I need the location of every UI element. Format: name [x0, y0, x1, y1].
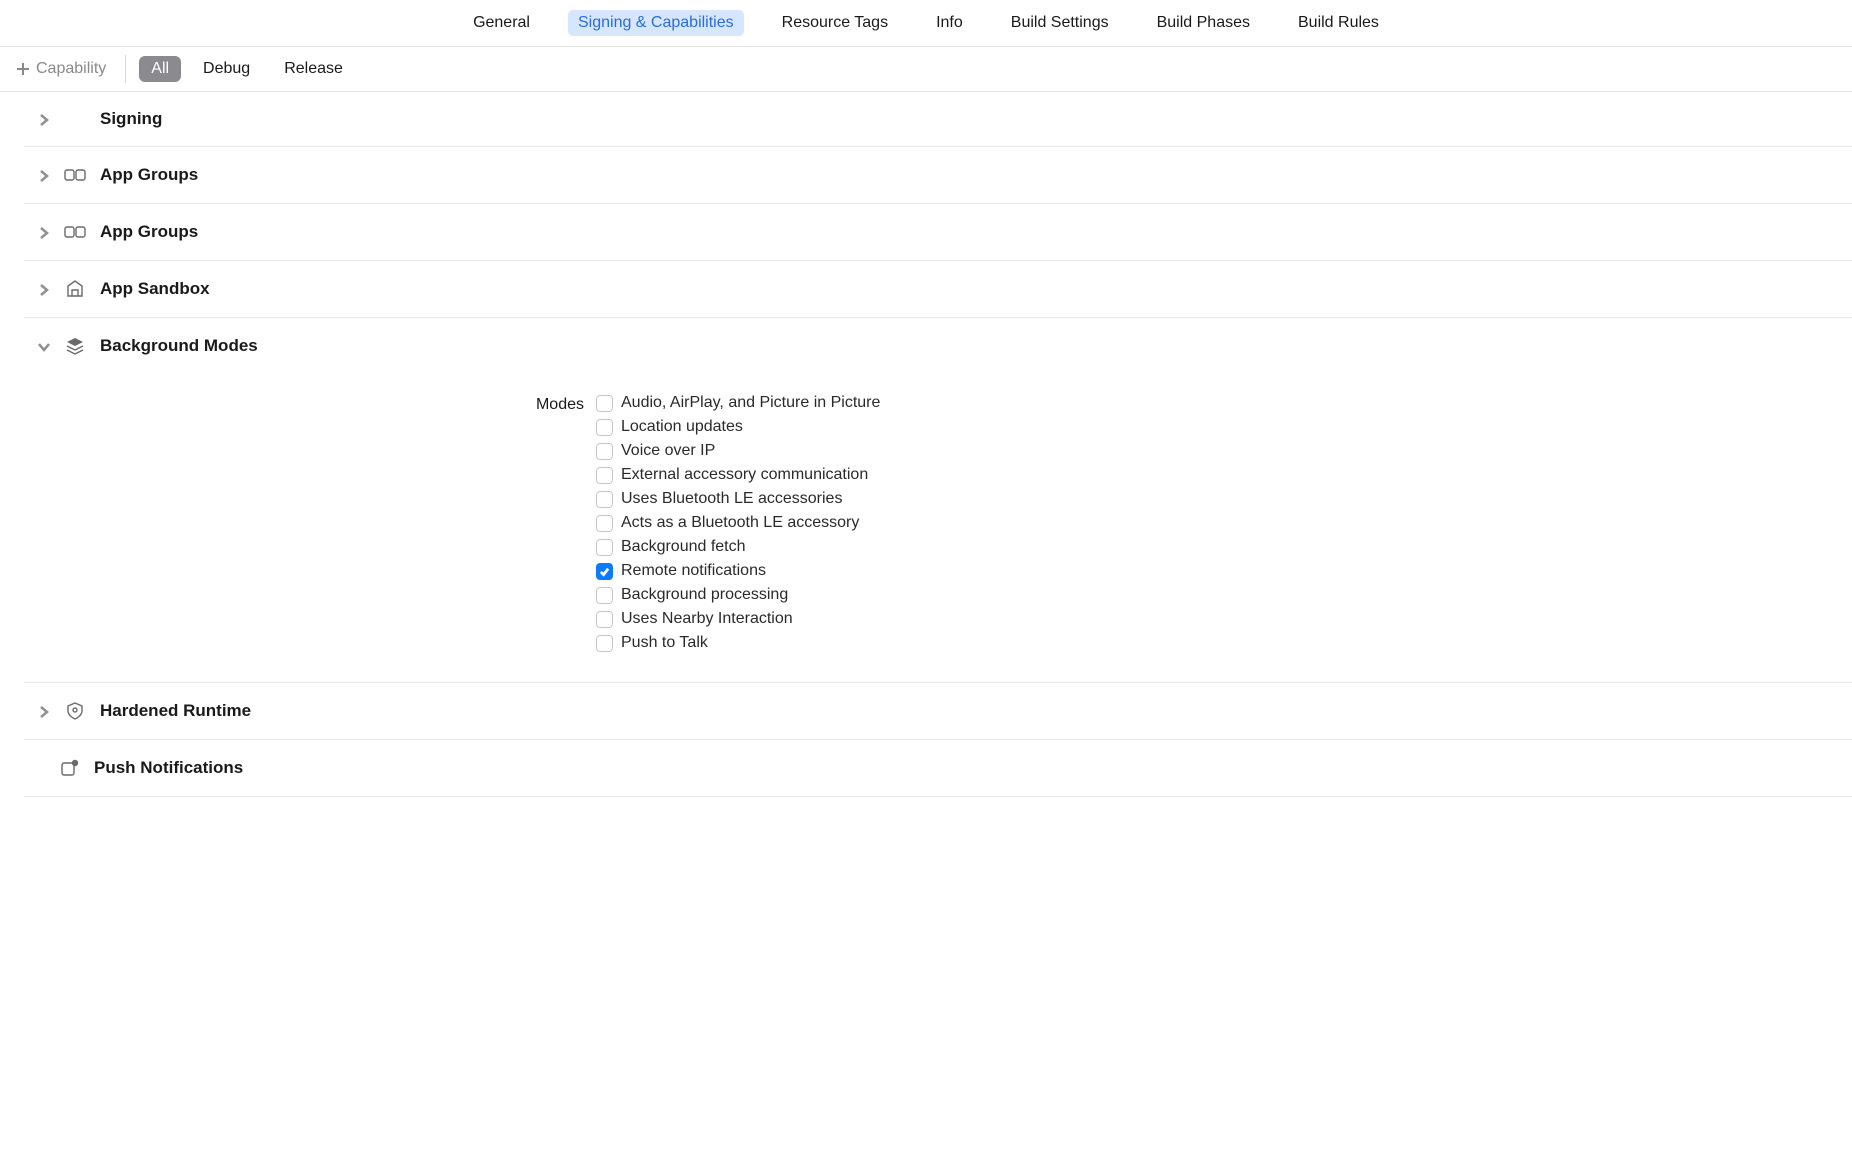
mode-label: Uses Bluetooth LE accessories — [621, 490, 842, 508]
chevron-right-icon — [38, 169, 50, 181]
section-app-sandbox[interactable]: App Sandbox — [24, 261, 1852, 318]
section-signing[interactable]: Signing — [24, 92, 1852, 147]
modes-list: Audio, AirPlay, and Picture in Picture Lo… — [596, 394, 880, 652]
config-tab-debug[interactable]: Debug — [191, 56, 262, 82]
mode-label: Acts as a Bluetooth LE accessory — [621, 514, 859, 532]
section-background-modes[interactable]: Background Modes — [24, 318, 1852, 374]
push-notifications-icon — [58, 757, 80, 779]
mode-label: Background processing — [621, 586, 788, 604]
tab-general[interactable]: General — [463, 10, 540, 36]
mode-item: Background processing — [596, 586, 880, 604]
capability-toolbar: Capability All Debug Release — [0, 47, 1852, 92]
mode-checkbox[interactable] — [596, 539, 613, 556]
mode-label: Remote notifications — [621, 562, 766, 580]
mode-checkbox[interactable] — [596, 563, 613, 580]
section-title: App Groups — [100, 222, 198, 242]
app-groups-icon — [64, 221, 86, 243]
mode-label: External accessory communication — [621, 466, 868, 484]
toolbar-divider — [125, 55, 126, 83]
chevron-down-icon — [38, 340, 50, 352]
mode-item: Audio, AirPlay, and Picture in Picture — [596, 394, 880, 412]
mode-checkbox[interactable] — [596, 611, 613, 628]
mode-label: Location updates — [621, 418, 743, 436]
modes-label: Modes — [24, 394, 584, 414]
section-title: Hardened Runtime — [100, 701, 251, 721]
mode-item: Voice over IP — [596, 442, 880, 460]
add-capability-label: Capability — [36, 60, 106, 78]
sandbox-icon — [64, 278, 86, 300]
mode-label: Voice over IP — [621, 442, 715, 460]
chevron-right-icon — [38, 283, 50, 295]
tab-build-settings[interactable]: Build Settings — [1001, 10, 1119, 36]
mode-label: Uses Nearby Interaction — [621, 610, 793, 628]
mode-checkbox[interactable] — [596, 515, 613, 532]
section-push-notifications[interactable]: Push Notifications — [24, 740, 1852, 797]
mode-item: Uses Nearby Interaction — [596, 610, 880, 628]
mode-checkbox[interactable] — [596, 443, 613, 460]
chevron-right-icon — [38, 705, 50, 717]
section-app-groups[interactable]: App Groups — [24, 147, 1852, 204]
mode-checkbox[interactable] — [596, 587, 613, 604]
mode-item: Location updates — [596, 418, 880, 436]
section-title: App Sandbox — [100, 279, 210, 299]
config-tab-release[interactable]: Release — [272, 56, 355, 82]
chevron-right-icon — [38, 113, 50, 125]
section-title: App Groups — [100, 165, 198, 185]
background-modes-icon — [64, 335, 86, 357]
config-tab-all[interactable]: All — [139, 56, 181, 82]
mode-item: Remote notifications — [596, 562, 880, 580]
mode-label: Audio, AirPlay, and Picture in Picture — [621, 394, 880, 412]
mode-checkbox[interactable] — [596, 491, 613, 508]
tab-resource-tags[interactable]: Resource Tags — [772, 10, 898, 36]
tab-build-rules[interactable]: Build Rules — [1288, 10, 1389, 36]
mode-item: Push to Talk — [596, 634, 880, 652]
tab-signing-capabilities[interactable]: Signing & Capabilities — [568, 10, 744, 36]
mode-checkbox[interactable] — [596, 395, 613, 412]
section-app-groups[interactable]: App Groups — [24, 204, 1852, 261]
capability-sections: Signing App Groups App Groups App Sandbo… — [0, 92, 1852, 797]
tab-build-phases[interactable]: Build Phases — [1147, 10, 1260, 36]
mode-label: Background fetch — [621, 538, 746, 556]
mode-checkbox[interactable] — [596, 467, 613, 484]
plus-icon — [16, 62, 30, 76]
editor-tabs: General Signing & Capabilities Resource … — [0, 0, 1852, 47]
background-modes-content: Modes Audio, AirPlay, and Picture in Pic… — [24, 374, 1852, 683]
mode-item: Acts as a Bluetooth LE accessory — [596, 514, 880, 532]
section-hardened-runtime[interactable]: Hardened Runtime — [24, 683, 1852, 740]
section-title: Background Modes — [100, 336, 258, 356]
mode-item: Uses Bluetooth LE accessories — [596, 490, 880, 508]
chevron-right-icon — [38, 226, 50, 238]
mode-item: Background fetch — [596, 538, 880, 556]
mode-checkbox[interactable] — [596, 635, 613, 652]
section-title: Signing — [100, 109, 162, 129]
mode-checkbox[interactable] — [596, 419, 613, 436]
app-groups-icon — [64, 164, 86, 186]
tab-info[interactable]: Info — [926, 10, 973, 36]
add-capability-button[interactable]: Capability — [10, 56, 112, 82]
mode-item: External accessory communication — [596, 466, 880, 484]
mode-label: Push to Talk — [621, 634, 708, 652]
shield-icon — [64, 700, 86, 722]
section-title: Push Notifications — [94, 758, 243, 778]
